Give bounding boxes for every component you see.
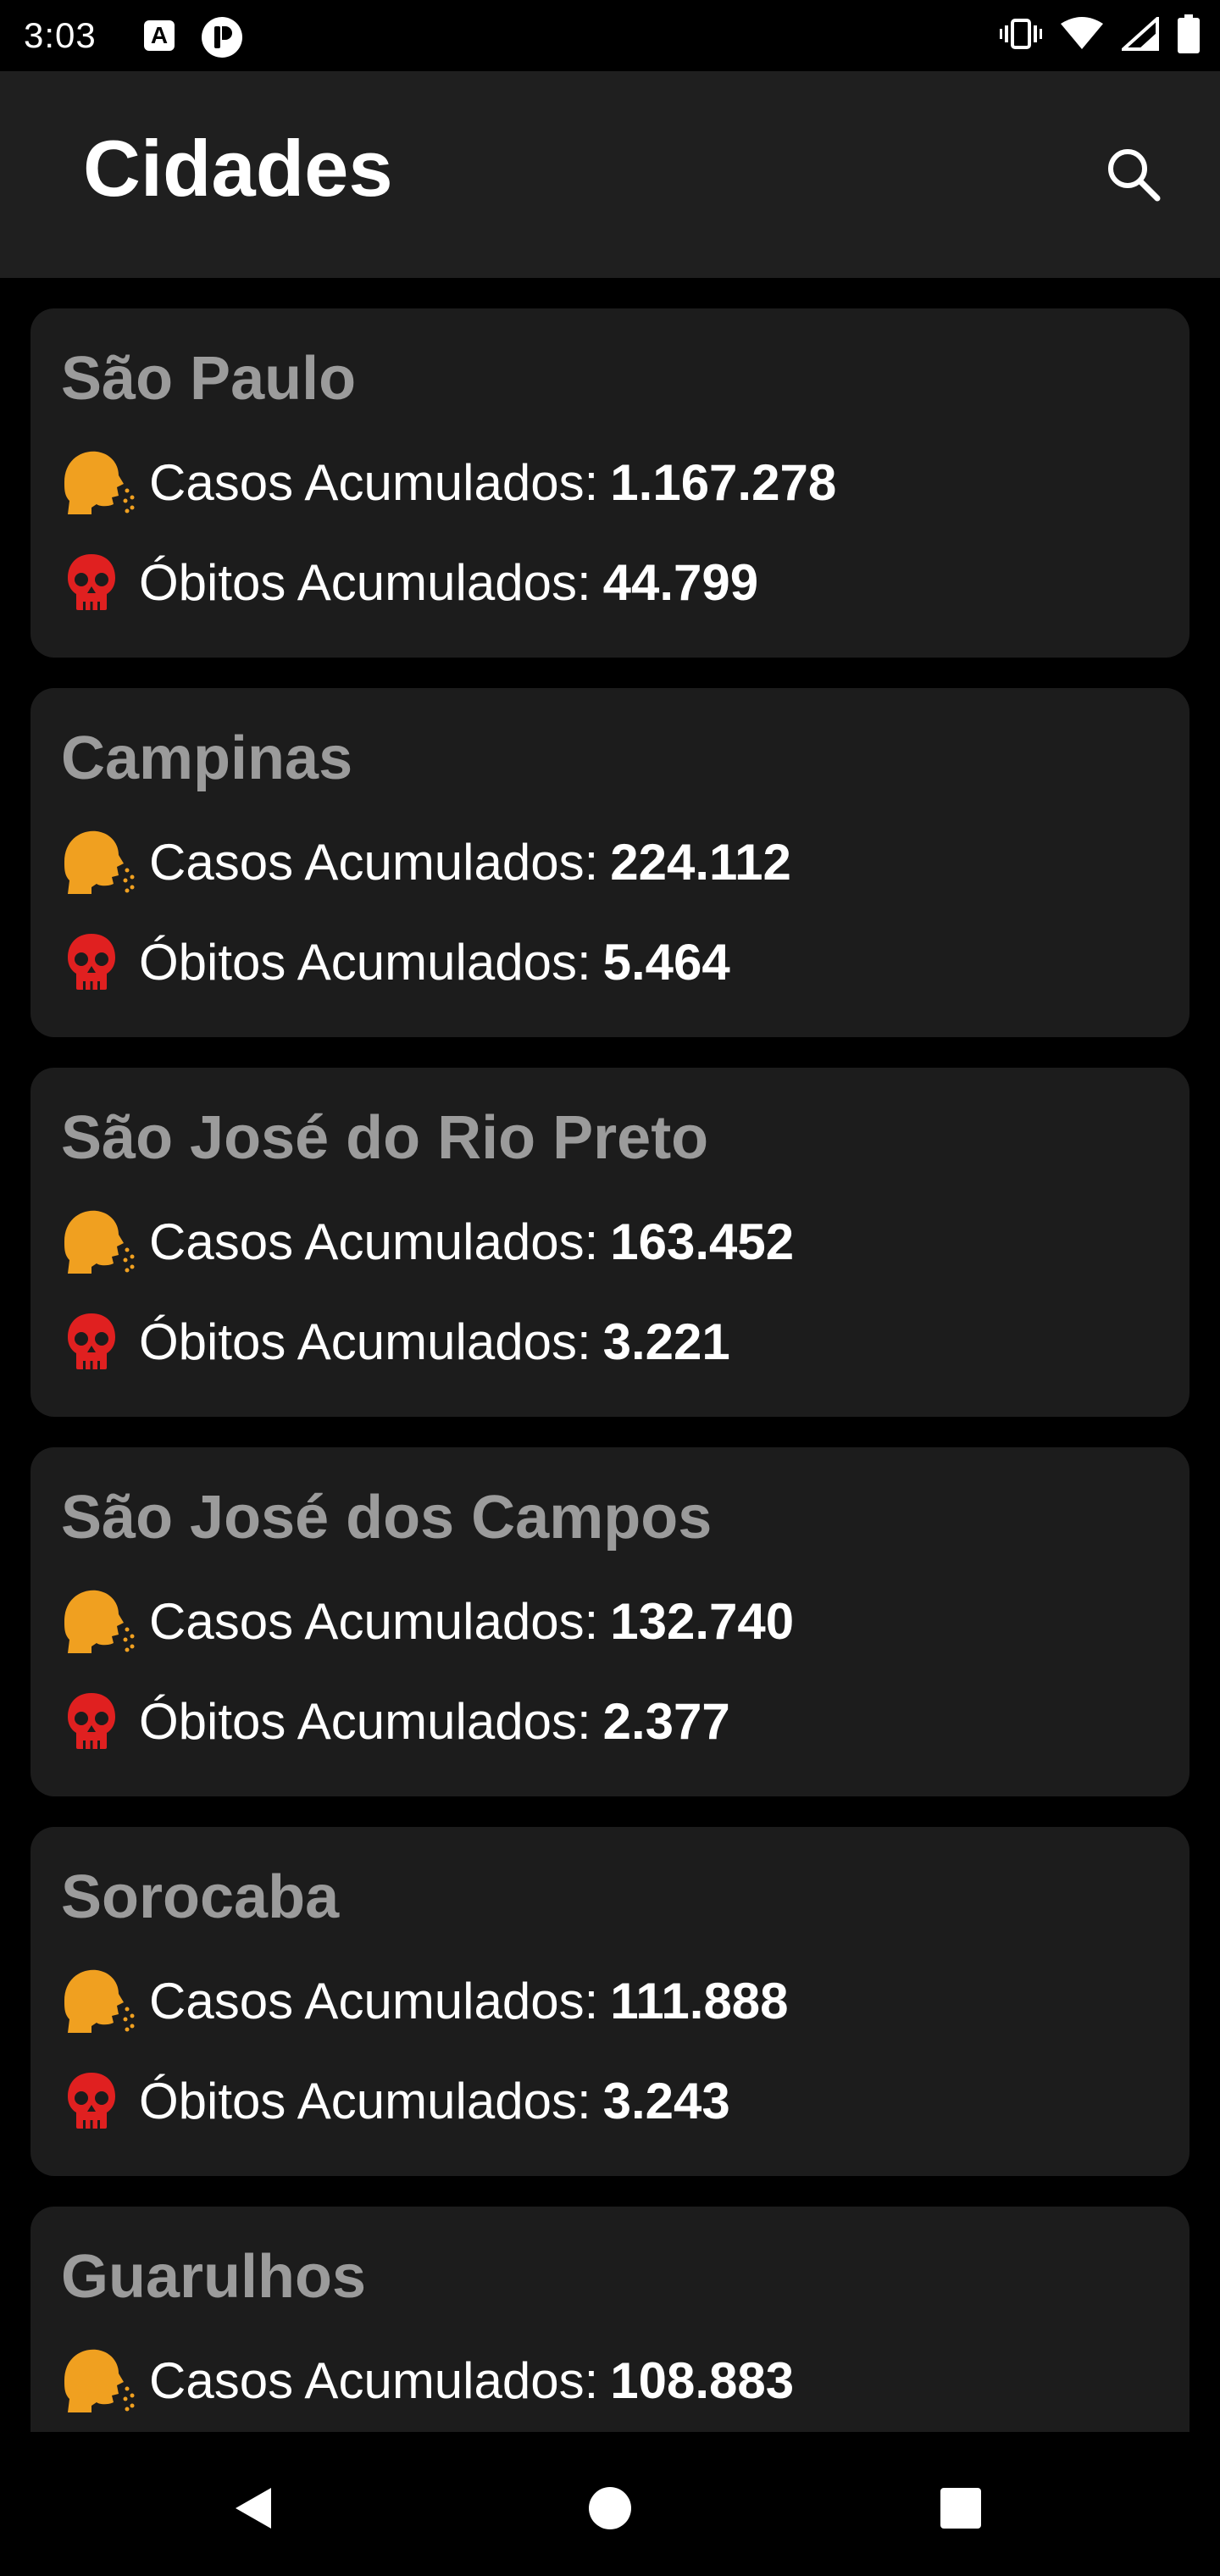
deaths-value: 3.221: [602, 1313, 730, 1370]
city-list[interactable]: São Paulo Casos Acumulados: 1.167.278 Ób…: [0, 278, 1220, 2432]
deaths-label: Óbitos Acumulados:: [139, 553, 591, 611]
sneezing-head-icon: [56, 1967, 137, 2035]
app-bar: Cidades: [0, 71, 1220, 278]
cases-value: 163.452: [610, 1213, 795, 1270]
sneezing-head-icon: [56, 2346, 137, 2414]
deaths-row: Óbitos Acumulados: 3.221: [56, 1303, 730, 1380]
sneezing-head-icon: [56, 1587, 137, 1655]
cases-label: Casos Acumulados:: [149, 1592, 599, 1650]
deaths-row: Óbitos Acumulados: 2.377: [56, 1683, 730, 1759]
city-name: São José do Rio Preto: [61, 1104, 709, 1172]
home-button[interactable]: [568, 2466, 652, 2551]
wifi-icon: [1061, 16, 1103, 55]
skull-icon: [59, 928, 124, 996]
cases-row: Casos Acumulados: 111.888: [56, 1963, 789, 2039]
search-icon: [1108, 149, 1161, 202]
skull-icon: [59, 548, 124, 616]
city-name: São José dos Campos: [61, 1484, 713, 1552]
status-bar: 3:03 A: [0, 0, 1220, 71]
home-circle-icon: [589, 2487, 631, 2529]
recents-square-icon: [940, 2488, 981, 2529]
sneezing-head-icon: [56, 828, 137, 896]
navigation-bar: [0, 2432, 1220, 2576]
deaths-label: Óbitos Acumulados:: [139, 1692, 591, 1750]
cases-label: Casos Acumulados:: [149, 453, 599, 511]
recents-button[interactable]: [918, 2466, 1003, 2551]
skull-icon: [59, 1687, 124, 1755]
cases-row: Casos Acumulados: 132.740: [56, 1583, 794, 1659]
cases-value: 108.883: [610, 2351, 795, 2409]
cases-label: Casos Acumulados:: [149, 2351, 599, 2409]
city-card[interactable]: Campinas Casos Acumulados: 224.112 Óbito…: [30, 688, 1190, 1037]
page-title: Cidades: [83, 124, 393, 213]
deaths-value: 3.243: [602, 2072, 730, 2129]
deaths-row: Óbitos Acumulados: 3.243: [56, 2062, 730, 2139]
deaths-row: Óbitos Acumulados: 44.799: [56, 544, 758, 620]
city-name: São Paulo: [61, 345, 357, 413]
city-card[interactable]: Guarulhos Casos Acumulados: 108.883: [30, 2207, 1190, 2432]
deaths-value: 2.377: [602, 1692, 730, 1750]
city-card[interactable]: São José do Rio Preto Casos Acumulados: …: [30, 1068, 1190, 1417]
cases-label: Casos Acumulados:: [149, 833, 599, 891]
sneezing-head-icon: [56, 1208, 137, 1275]
vibrate-icon: [1000, 17, 1042, 55]
cases-row: Casos Acumulados: 1.167.278: [56, 444, 836, 520]
search-button[interactable]: [1093, 134, 1174, 215]
deaths-value: 5.464: [602, 933, 730, 991]
back-button[interactable]: [212, 2466, 297, 2551]
city-name: Guarulhos: [61, 2243, 367, 2311]
sneezing-head-icon: [56, 448, 137, 516]
status-icons: [1000, 12, 1200, 59]
cases-label: Casos Acumulados:: [149, 1213, 599, 1270]
cases-row: Casos Acumulados: 108.883: [56, 2342, 794, 2418]
deaths-label: Óbitos Acumulados:: [139, 2072, 591, 2129]
deaths-label: Óbitos Acumulados:: [139, 1313, 591, 1370]
cases-value: 111.888: [610, 1972, 789, 2029]
battery-icon: [1178, 14, 1200, 58]
status-time: 3:03: [24, 15, 97, 55]
cases-value: 132.740: [610, 1592, 795, 1650]
cases-row: Casos Acumulados: 163.452: [56, 1203, 794, 1280]
cases-value: 1.167.278: [610, 453, 837, 511]
city-name: Campinas: [61, 724, 353, 792]
cases-value: 224.112: [610, 833, 791, 891]
skull-icon: [59, 1307, 124, 1375]
city-name: Sorocaba: [61, 1863, 340, 1931]
keyboard-a-icon: A: [144, 20, 175, 51]
deaths-row: Óbitos Acumulados: 5.464: [56, 924, 730, 1000]
deaths-value: 44.799: [602, 553, 759, 611]
city-card[interactable]: Sorocaba Casos Acumulados: 111.888 Óbito…: [30, 1827, 1190, 2176]
back-triangle-icon: [236, 2488, 271, 2529]
cases-label: Casos Acumulados:: [149, 1972, 599, 2029]
city-card[interactable]: São José dos Campos Casos Acumulados: 13…: [30, 1447, 1190, 1796]
skull-icon: [59, 2067, 124, 2135]
signal-icon: [1118, 14, 1159, 55]
cases-row: Casos Acumulados: 224.112: [56, 824, 791, 900]
app-notification-icon: [202, 17, 242, 58]
city-card[interactable]: São Paulo Casos Acumulados: 1.167.278 Ób…: [30, 308, 1190, 658]
deaths-label: Óbitos Acumulados:: [139, 933, 591, 991]
